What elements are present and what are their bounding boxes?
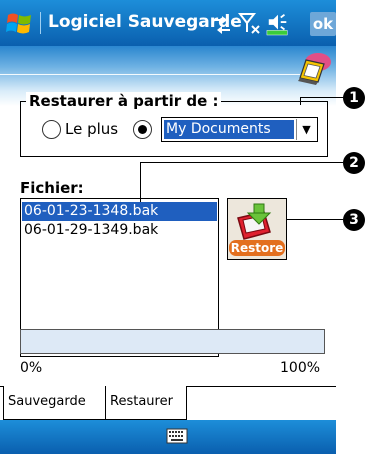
progress-min-label: 0% bbox=[20, 360, 43, 376]
callout-1-leader bbox=[300, 97, 345, 98]
list-item[interactable]: 06-01-29-1349.bak bbox=[22, 221, 217, 240]
restore-from-label: Restaurer à partir de : bbox=[26, 92, 222, 110]
restore-icon bbox=[237, 203, 272, 240]
ok-button[interactable]: ok bbox=[310, 12, 336, 36]
tab-restaurer[interactable]: Restaurer bbox=[105, 386, 187, 420]
callout-3: 3 bbox=[343, 209, 365, 231]
device-screen: Logiciel Sauvegarde ok Restaurer à parti… bbox=[0, 0, 336, 454]
callout-1: 1 bbox=[343, 87, 365, 109]
restore-source-dropdown[interactable]: My Documents ▼ bbox=[161, 117, 318, 142]
chevron-down-icon[interactable]: ▼ bbox=[296, 119, 316, 140]
radio-folder[interactable] bbox=[133, 120, 152, 139]
backup-app-icon bbox=[298, 53, 331, 85]
tab-sauvegarde[interactable]: Sauvegarde bbox=[3, 386, 107, 420]
progress-max-label: 100% bbox=[280, 360, 321, 376]
callout-2: 2 bbox=[343, 152, 365, 174]
restore-button[interactable]: Restore bbox=[227, 198, 287, 260]
header-band-line bbox=[0, 74, 300, 75]
callout-2-leader-tick bbox=[140, 162, 141, 202]
keyboard-icon[interactable] bbox=[166, 428, 188, 444]
callout-1-leader-tick bbox=[300, 97, 301, 105]
file-list-label: Fichier: bbox=[20, 179, 84, 197]
list-item[interactable]: 06-01-23-1348.bak bbox=[22, 202, 217, 221]
restore-button-label: Restore bbox=[229, 240, 285, 256]
dropdown-selected-value: My Documents bbox=[164, 120, 294, 139]
volume-icon[interactable] bbox=[266, 10, 290, 36]
radio-latest-label[interactable]: Le plus bbox=[65, 120, 118, 138]
callout-3-leader bbox=[287, 219, 343, 220]
callout-2-leader bbox=[140, 162, 343, 163]
title-separator bbox=[40, 12, 41, 34]
radio-latest[interactable] bbox=[42, 120, 61, 139]
windows-flag-icon[interactable] bbox=[6, 11, 34, 37]
progress-bar bbox=[20, 329, 325, 354]
signal-icon[interactable] bbox=[238, 10, 262, 36]
connectivity-icon[interactable] bbox=[210, 10, 234, 36]
